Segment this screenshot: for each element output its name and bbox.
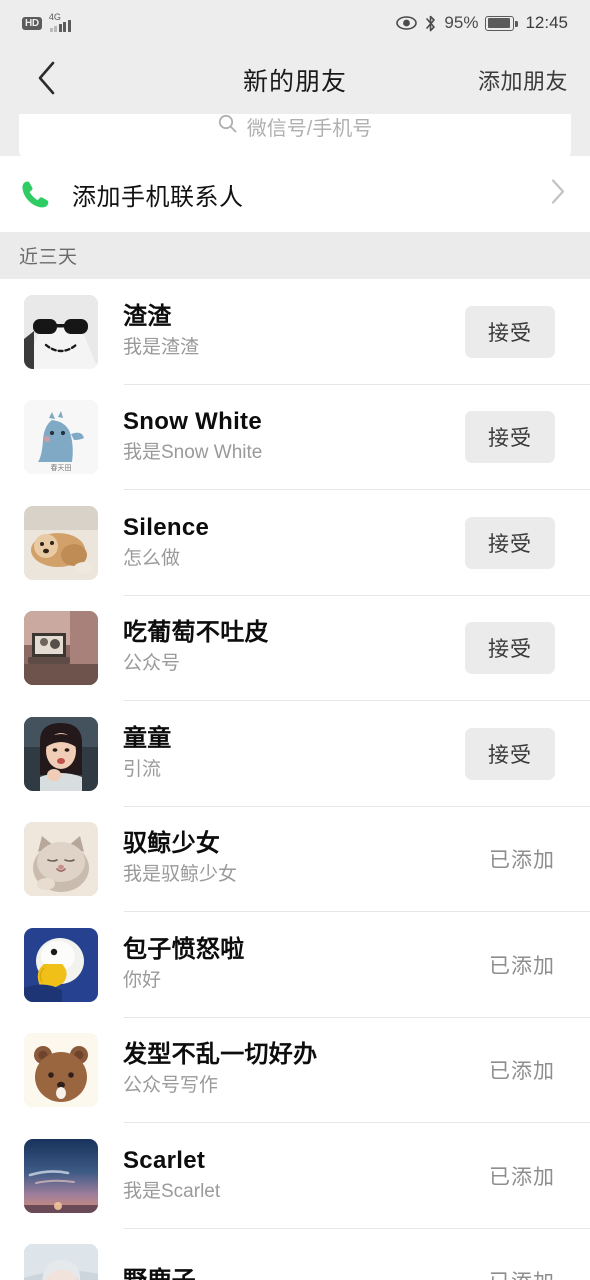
add-phone-contacts-label: 添加手机联系人 (72, 183, 244, 211)
status-bar-right: 95% 12:45 (396, 13, 568, 33)
friend-request-row[interactable]: 驭鲸少女 我是驭鲸少女 已添加 (0, 807, 590, 912)
eye-icon (396, 16, 418, 30)
friend-request-row[interactable]: 春天田 Snow White 我是Snow White 接受 (0, 385, 590, 490)
battery-icon (485, 15, 518, 31)
search-icon (218, 114, 237, 138)
phone-icon (0, 176, 72, 212)
avatar[interactable] (24, 716, 98, 791)
section-header: 近三天 (0, 232, 590, 279)
friend-request-row[interactable]: 童童 引流 接受 (0, 701, 590, 807)
avatar[interactable] (24, 1138, 98, 1213)
add-phone-contacts-row[interactable]: 添加手机联系人 (0, 156, 590, 232)
friend-request-list[interactable]: 渣渣 我是渣渣 接受 春天田 Snow White 我是Snow White 接受 Silen… (0, 279, 590, 1280)
status-bar: HD 4G 95% 12:45 (0, 0, 590, 46)
avatar[interactable] (24, 1244, 98, 1280)
clock-label: 12:45 (525, 13, 568, 32)
accept-button[interactable]: 接受 (465, 411, 555, 464)
new-friends-screen: HD 4G 95% 12:45 新的朋友 添加朋友 微信号/手机号 添加手机联系… (0, 0, 590, 1280)
add-friend-button[interactable]: 添加朋友 (478, 64, 568, 96)
accept-button[interactable]: 接受 (465, 305, 555, 358)
avatar[interactable] (24, 927, 98, 1002)
avatar[interactable] (24, 611, 98, 686)
accept-button[interactable]: 接受 (465, 727, 555, 780)
chevron-right-icon (550, 178, 566, 211)
friend-request-row[interactable]: Silence 怎么做 接受 (0, 490, 590, 596)
search-zone: 微信号/手机号 (0, 114, 590, 156)
added-status-label: 已添加 (489, 954, 555, 978)
nav-bar: 新的朋友 添加朋友 (0, 46, 590, 114)
friend-request-row[interactable]: Scarlet 我是Scarlet 已添加 (0, 1123, 590, 1229)
avatar[interactable] (24, 1033, 98, 1108)
accept-button[interactable]: 接受 (465, 622, 555, 675)
status-bar-left: HD 4G (22, 12, 71, 32)
network-type-label: 4G (48, 12, 61, 22)
search-placeholder: 微信号/手机号 (246, 117, 373, 140)
accept-button[interactable]: 接受 (465, 516, 555, 569)
friend-request-row[interactable]: 渣渣 我是渣渣 接受 (0, 279, 590, 385)
avatar[interactable]: 春天田 (24, 400, 98, 475)
friend-request-row[interactable]: 包子愤怒啦 你好 已添加 (0, 912, 590, 1018)
added-status-label: 已添加 (489, 1165, 555, 1189)
added-status-label: 已添加 (489, 849, 555, 873)
friend-request-row[interactable]: 野鹿子已添加 (0, 1229, 590, 1280)
added-status-label: 已添加 (489, 1266, 555, 1280)
battery-percent-label: 95% (444, 13, 479, 32)
friend-request-row[interactable]: 吃葡萄不吐皮 公众号 接受 (0, 596, 590, 701)
search-input[interactable]: 微信号/手机号 (19, 114, 571, 156)
avatar[interactable] (24, 822, 98, 897)
svg-text:春天田: 春天田 (51, 463, 72, 472)
added-status-label: 已添加 (489, 1060, 555, 1084)
hd-badge: HD (22, 16, 42, 30)
signal-bars-icon: 4G (48, 12, 71, 32)
bluetooth-icon (424, 14, 437, 33)
avatar[interactable] (24, 505, 98, 580)
avatar[interactable] (24, 294, 98, 369)
friend-request-row[interactable]: 发型不乱一切好办 公众号写作 已添加 (0, 1018, 590, 1123)
section-header-label: 近三天 (19, 247, 78, 268)
